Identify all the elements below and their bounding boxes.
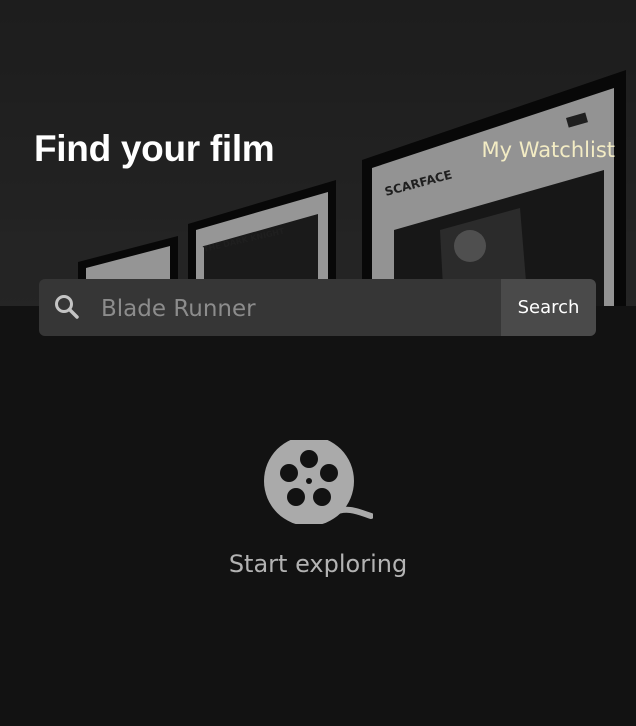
hero-header: THE DARK KNIGHT SCARFACE Find your film …	[0, 0, 636, 306]
search-bar: Search	[39, 279, 596, 336]
search-input[interactable]	[99, 279, 503, 336]
my-watchlist-link[interactable]: My Watchlist	[482, 138, 615, 162]
search-button[interactable]: Search	[501, 279, 596, 336]
page-title: Find your film	[34, 128, 275, 169]
empty-state-message: Start exploring	[228, 550, 408, 578]
empty-state: Start exploring	[0, 440, 636, 578]
film-reel-icon	[0, 440, 636, 524]
